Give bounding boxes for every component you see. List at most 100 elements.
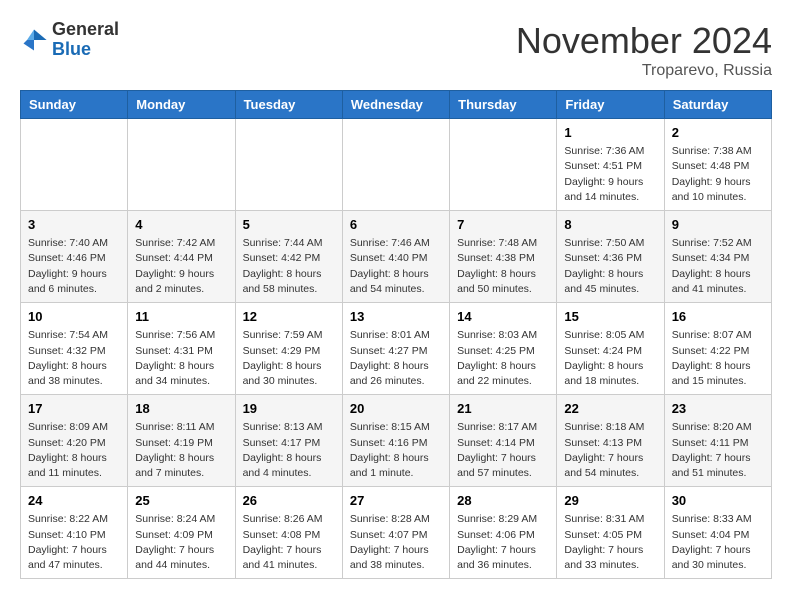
day-info: Sunrise: 8:31 AM Sunset: 4:05 PM Dayligh… bbox=[564, 512, 656, 573]
calendar-cell: 9 Sunrise: 7:52 AM Sunset: 4:34 PM Daylig… bbox=[664, 211, 771, 303]
day-info: Sunrise: 8:15 AM Sunset: 4:16 PM Dayligh… bbox=[350, 420, 442, 481]
calendar-cell: 6 Sunrise: 7:46 AM Sunset: 4:40 PM Daylig… bbox=[342, 211, 449, 303]
day-info: Sunrise: 7:40 AM Sunset: 4:46 PM Dayligh… bbox=[28, 236, 120, 297]
day-info: Sunrise: 8:11 AM Sunset: 4:19 PM Dayligh… bbox=[135, 420, 227, 481]
calendar-week-2: 3 Sunrise: 7:40 AM Sunset: 4:46 PM Daylig… bbox=[21, 211, 772, 303]
day-number: 24 bbox=[28, 492, 120, 510]
day-info: Sunrise: 7:50 AM Sunset: 4:36 PM Dayligh… bbox=[564, 236, 656, 297]
day-info: Sunrise: 8:28 AM Sunset: 4:07 PM Dayligh… bbox=[350, 512, 442, 573]
calendar-cell: 12 Sunrise: 7:59 AM Sunset: 4:29 PM Dayli… bbox=[235, 303, 342, 395]
day-info: Sunrise: 7:56 AM Sunset: 4:31 PM Dayligh… bbox=[135, 328, 227, 389]
day-number: 14 bbox=[457, 308, 549, 326]
logo-text: General Blue bbox=[52, 20, 119, 60]
weekday-header-thursday: Thursday bbox=[450, 91, 557, 119]
day-info: Sunrise: 8:01 AM Sunset: 4:27 PM Dayligh… bbox=[350, 328, 442, 389]
weekday-header-wednesday: Wednesday bbox=[342, 91, 449, 119]
title-block: November 2024 Troparevo, Russia bbox=[516, 20, 772, 80]
calendar-cell: 17Sunrise: 8:09 AM Sunset: 4:20 PM Dayli… bbox=[21, 395, 128, 487]
calendar-cell: 16 Sunrise: 8:07 AM Sunset: 4:22 PM Dayli… bbox=[664, 303, 771, 395]
day-info: Sunrise: 8:17 AM Sunset: 4:14 PM Dayligh… bbox=[457, 420, 549, 481]
day-number: 8 bbox=[564, 216, 656, 234]
day-info: Sunrise: 8:07 AM Sunset: 4:22 PM Dayligh… bbox=[672, 328, 764, 389]
calendar-cell: 26Sunrise: 8:26 AM Sunset: 4:08 PM Dayli… bbox=[235, 487, 342, 579]
day-number: 4 bbox=[135, 216, 227, 234]
calendar-week-3: 10 Sunrise: 7:54 AM Sunset: 4:32 PM Dayli… bbox=[21, 303, 772, 395]
calendar-cell bbox=[235, 119, 342, 211]
calendar-week-4: 17Sunrise: 8:09 AM Sunset: 4:20 PM Dayli… bbox=[21, 395, 772, 487]
calendar-cell: 27 Sunrise: 8:28 AM Sunset: 4:07 PM Dayli… bbox=[342, 487, 449, 579]
day-info: Sunrise: 7:38 AM Sunset: 4:48 PM Dayligh… bbox=[672, 144, 764, 205]
calendar-cell bbox=[450, 119, 557, 211]
calendar-cell: 30 Sunrise: 8:33 AM Sunset: 4:04 PM Dayli… bbox=[664, 487, 771, 579]
day-number: 19 bbox=[243, 400, 335, 418]
calendar-cell bbox=[21, 119, 128, 211]
day-number: 18 bbox=[135, 400, 227, 418]
day-number: 12 bbox=[243, 308, 335, 326]
calendar-cell: 14 Sunrise: 8:03 AM Sunset: 4:25 PM Dayli… bbox=[450, 303, 557, 395]
day-number: 23 bbox=[672, 400, 764, 418]
day-info: Sunrise: 8:22 AM Sunset: 4:10 PM Dayligh… bbox=[28, 512, 120, 573]
calendar-cell: 10 Sunrise: 7:54 AM Sunset: 4:32 PM Dayli… bbox=[21, 303, 128, 395]
calendar-cell: 21Sunrise: 8:17 AM Sunset: 4:14 PM Dayli… bbox=[450, 395, 557, 487]
calendar-cell: 8 Sunrise: 7:50 AM Sunset: 4:36 PM Daylig… bbox=[557, 211, 664, 303]
day-info: Sunrise: 8:13 AM Sunset: 4:17 PM Dayligh… bbox=[243, 420, 335, 481]
day-number: 20 bbox=[350, 400, 442, 418]
calendar-cell: 19 Sunrise: 8:13 AM Sunset: 4:17 PM Dayli… bbox=[235, 395, 342, 487]
logo-general-text: General bbox=[52, 20, 119, 40]
day-number: 2 bbox=[672, 124, 764, 142]
day-number: 1 bbox=[564, 124, 656, 142]
day-info: Sunrise: 8:03 AM Sunset: 4:25 PM Dayligh… bbox=[457, 328, 549, 389]
calendar-cell: 18 Sunrise: 8:11 AM Sunset: 4:19 PM Dayli… bbox=[128, 395, 235, 487]
weekday-header-monday: Monday bbox=[128, 91, 235, 119]
day-number: 11 bbox=[135, 308, 227, 326]
day-info: Sunrise: 7:46 AM Sunset: 4:40 PM Dayligh… bbox=[350, 236, 442, 297]
weekday-header-tuesday: Tuesday bbox=[235, 91, 342, 119]
logo-blue-text: Blue bbox=[52, 40, 119, 60]
calendar-cell: 11 Sunrise: 7:56 AM Sunset: 4:31 PM Dayli… bbox=[128, 303, 235, 395]
location: Troparevo, Russia bbox=[516, 62, 772, 80]
day-info: Sunrise: 8:05 AM Sunset: 4:24 PM Dayligh… bbox=[564, 328, 656, 389]
calendar-cell: 1 Sunrise: 7:36 AM Sunset: 4:51 PM Daylig… bbox=[557, 119, 664, 211]
day-number: 30 bbox=[672, 492, 764, 510]
calendar-cell: 15 Sunrise: 8:05 AM Sunset: 4:24 PM Dayli… bbox=[557, 303, 664, 395]
calendar-cell: 2 Sunrise: 7:38 AM Sunset: 4:48 PM Daylig… bbox=[664, 119, 771, 211]
calendar-cell: 25 Sunrise: 8:24 AM Sunset: 4:09 PM Dayli… bbox=[128, 487, 235, 579]
calendar-cell: 22 Sunrise: 8:18 AM Sunset: 4:13 PM Dayli… bbox=[557, 395, 664, 487]
day-number: 22 bbox=[564, 400, 656, 418]
day-info: Sunrise: 7:48 AM Sunset: 4:38 PM Dayligh… bbox=[457, 236, 549, 297]
day-info: Sunrise: 7:36 AM Sunset: 4:51 PM Dayligh… bbox=[564, 144, 656, 205]
day-number: 28 bbox=[457, 492, 549, 510]
day-number: 27 bbox=[350, 492, 442, 510]
day-info: Sunrise: 7:52 AM Sunset: 4:34 PM Dayligh… bbox=[672, 236, 764, 297]
day-number: 3 bbox=[28, 216, 120, 234]
day-number: 9 bbox=[672, 216, 764, 234]
day-number: 29 bbox=[564, 492, 656, 510]
day-info: Sunrise: 7:54 AM Sunset: 4:32 PM Dayligh… bbox=[28, 328, 120, 389]
day-number: 13 bbox=[350, 308, 442, 326]
weekday-header-row: SundayMondayTuesdayWednesdayThursdayFrid… bbox=[21, 91, 772, 119]
logo: General Blue bbox=[20, 20, 119, 60]
day-info: Sunrise: 7:59 AM Sunset: 4:29 PM Dayligh… bbox=[243, 328, 335, 389]
calendar-table: SundayMondayTuesdayWednesdayThursdayFrid… bbox=[20, 90, 772, 579]
day-number: 16 bbox=[672, 308, 764, 326]
day-info: Sunrise: 8:18 AM Sunset: 4:13 PM Dayligh… bbox=[564, 420, 656, 481]
day-number: 6 bbox=[350, 216, 442, 234]
calendar-cell: 3 Sunrise: 7:40 AM Sunset: 4:46 PM Daylig… bbox=[21, 211, 128, 303]
day-number: 26 bbox=[243, 492, 335, 510]
logo-icon bbox=[20, 26, 48, 54]
calendar-cell: 5Sunrise: 7:44 AM Sunset: 4:42 PM Daylig… bbox=[235, 211, 342, 303]
calendar-cell bbox=[128, 119, 235, 211]
day-info: Sunrise: 7:42 AM Sunset: 4:44 PM Dayligh… bbox=[135, 236, 227, 297]
day-number: 15 bbox=[564, 308, 656, 326]
calendar-cell: 23 Sunrise: 8:20 AM Sunset: 4:11 PM Dayli… bbox=[664, 395, 771, 487]
day-number: 7 bbox=[457, 216, 549, 234]
page-header: General Blue November 2024 Troparevo, Ru… bbox=[20, 20, 772, 80]
day-info: Sunrise: 8:20 AM Sunset: 4:11 PM Dayligh… bbox=[672, 420, 764, 481]
day-info: Sunrise: 8:09 AM Sunset: 4:20 PM Dayligh… bbox=[28, 420, 120, 481]
day-number: 25 bbox=[135, 492, 227, 510]
calendar-cell: 29 Sunrise: 8:31 AM Sunset: 4:05 PM Dayli… bbox=[557, 487, 664, 579]
day-info: Sunrise: 8:24 AM Sunset: 4:09 PM Dayligh… bbox=[135, 512, 227, 573]
day-info: Sunrise: 7:44 AM Sunset: 4:42 PM Dayligh… bbox=[243, 236, 335, 297]
day-number: 10 bbox=[28, 308, 120, 326]
day-info: Sunrise: 8:33 AM Sunset: 4:04 PM Dayligh… bbox=[672, 512, 764, 573]
